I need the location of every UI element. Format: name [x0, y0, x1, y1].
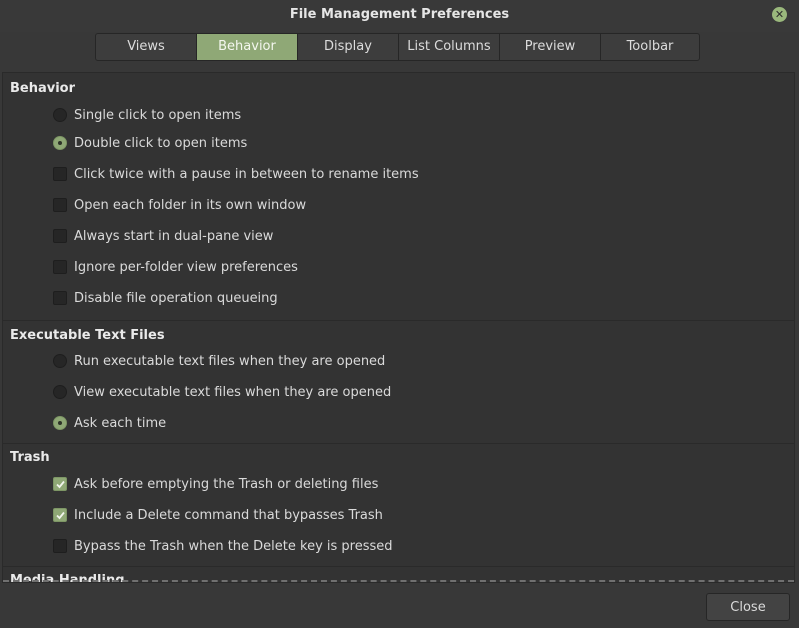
close-button[interactable]: Close [706, 593, 790, 621]
ignore-folder-prefs-option[interactable]: Ignore per-folder view preferences [53, 258, 298, 276]
option-label: View executable text files when they are… [74, 384, 392, 400]
trash-section: Trash Ask before emptying the Trash or d… [3, 444, 794, 567]
behavior-section: Behavior Single click to open items Doub… [3, 73, 794, 321]
checkmark-icon [56, 480, 65, 489]
checkbox[interactable] [53, 198, 67, 212]
checkbox[interactable] [53, 229, 67, 243]
option-label: Click twice with a pause in between to r… [74, 166, 419, 182]
double-click-option[interactable]: Double click to open items [53, 134, 247, 152]
option-label: Always start in dual-pane view [74, 228, 274, 244]
tab-bar: Views Behavior Display List Columns Prev… [95, 33, 700, 61]
close-icon[interactable]: ✕ [772, 7, 787, 22]
single-click-option[interactable]: Single click to open items [53, 106, 241, 124]
dual-pane-option[interactable]: Always start in dual-pane view [53, 227, 273, 245]
click-twice-rename-option[interactable]: Click twice with a pause in between to r… [53, 165, 419, 183]
section-title: Trash [10, 450, 50, 465]
option-label: Ask each time [74, 415, 167, 431]
radio-button[interactable] [53, 385, 67, 399]
section-title: Behavior [10, 81, 76, 96]
ask-each-time-option[interactable]: Ask each time [53, 414, 166, 432]
checkbox[interactable] [53, 167, 67, 181]
own-window-option[interactable]: Open each folder in its own window [53, 196, 306, 214]
tab-display[interactable]: Display [298, 34, 399, 60]
bypass-trash-option[interactable]: Bypass the Trash when the Delete key is … [53, 537, 393, 555]
option-label: Run executable text files when they are … [74, 353, 386, 369]
option-label: Double click to open items [74, 135, 248, 151]
option-label: Ignore per-folder view preferences [74, 259, 298, 275]
ask-before-empty-option[interactable]: Ask before emptying the Trash or deletin… [53, 475, 378, 493]
radio-button-selected[interactable] [53, 416, 67, 430]
option-label: Open each folder in its own window [74, 197, 307, 213]
view-executable-option[interactable]: View executable text files when they are… [53, 383, 391, 401]
checkbox[interactable] [53, 291, 67, 305]
radio-button[interactable] [53, 108, 67, 122]
tab-list-columns[interactable]: List Columns [399, 34, 500, 60]
section-title: Executable Text Files [10, 328, 165, 343]
radio-button-selected[interactable] [53, 136, 67, 150]
tab-views[interactable]: Views [96, 34, 197, 60]
option-label: Single click to open items [74, 107, 242, 123]
scroll-indicator [3, 579, 794, 582]
dialog-footer: Close [0, 585, 799, 628]
option-label: Bypass the Trash when the Delete key is … [74, 538, 393, 554]
checkmark-icon [56, 511, 65, 520]
window-title: File Management Preferences [289, 7, 510, 22]
disable-queue-option[interactable]: Disable file operation queueing [53, 289, 278, 307]
option-label: Ask before emptying the Trash or deletin… [74, 476, 379, 492]
checkbox[interactable] [53, 539, 67, 553]
title-bar: File Management Preferences ✕ [0, 0, 799, 32]
tab-toolbar[interactable]: Toolbar [601, 34, 699, 60]
checkbox[interactable] [53, 260, 67, 274]
run-executable-option[interactable]: Run executable text files when they are … [53, 352, 385, 370]
option-label: Disable file operation queueing [74, 290, 278, 306]
executable-section: Executable Text Files Run executable tex… [3, 321, 794, 444]
radio-button[interactable] [53, 354, 67, 368]
checkbox-checked[interactable] [53, 477, 67, 491]
option-label: Include a Delete command that bypasses T… [74, 507, 383, 523]
include-delete-option[interactable]: Include a Delete command that bypasses T… [53, 506, 383, 524]
checkbox-checked[interactable] [53, 508, 67, 522]
tab-behavior[interactable]: Behavior [197, 34, 298, 60]
tab-preview[interactable]: Preview [500, 34, 601, 60]
preferences-panel[interactable]: Behavior Single click to open items Doub… [2, 72, 795, 583]
